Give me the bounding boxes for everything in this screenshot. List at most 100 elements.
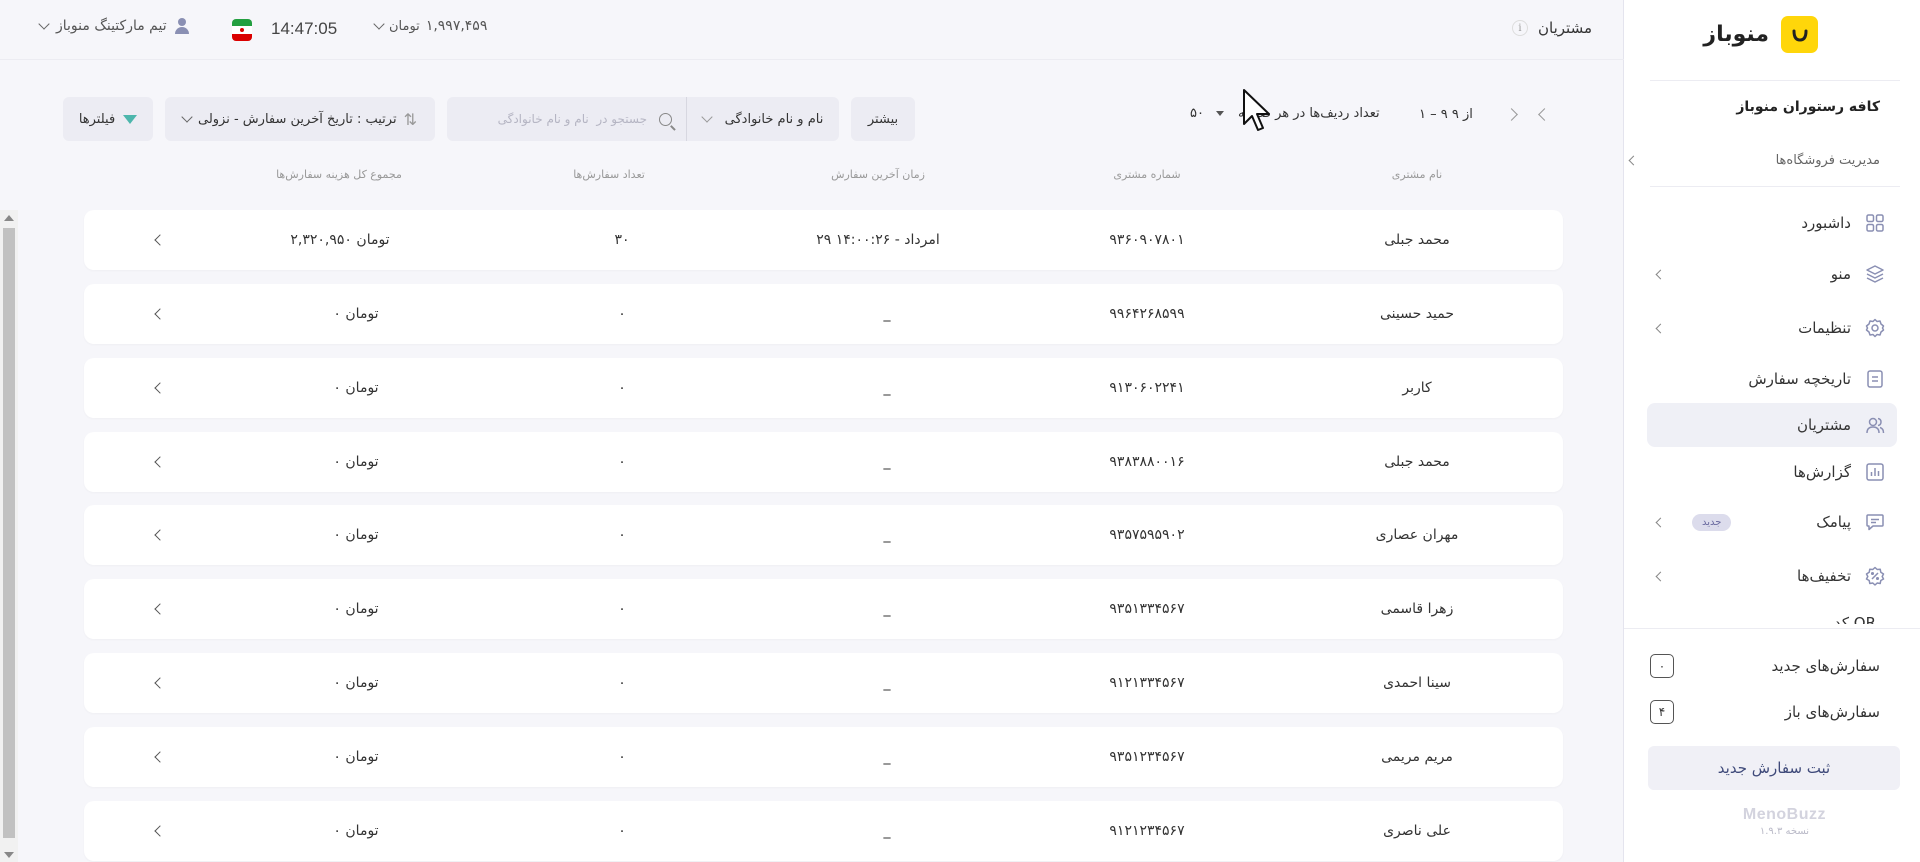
chevron-left-icon[interactable] xyxy=(154,751,166,763)
filters-button[interactable]: فیلترها xyxy=(63,97,153,141)
table-row[interactable]: محمد جبلی ۹۳۶۰۹۰۷۸۰۱ ۲۹ امرداد - ۱۴:۰۰:۲… xyxy=(84,210,1563,270)
table-row[interactable]: علی ناصری ۹۱۲۱۲۳۴۵۶۷ _ ۰ ۰ تومان xyxy=(84,801,1563,861)
last-order-time: _ xyxy=(883,306,891,322)
wallet-balance[interactable]: تومان ۱,۹۹۷,۴۵۹ xyxy=(373,18,488,34)
sidebar-item-sms[interactable]: پیامک جدید xyxy=(1647,500,1897,544)
chart-icon xyxy=(1865,462,1885,482)
customer-phone: ۹۹۶۴۲۶۸۵۹۹ xyxy=(1109,306,1185,322)
scroll-up-icon[interactable] xyxy=(4,215,14,221)
sidebar-item-menu[interactable]: منو xyxy=(1647,252,1897,296)
sidebar-item-qr[interactable]: QR کد xyxy=(1834,614,1876,624)
chevron-left-icon[interactable] xyxy=(154,234,166,246)
search-field-select[interactable]: نام و نام خانوادگی xyxy=(687,111,839,127)
page-scrollbar[interactable] xyxy=(0,210,18,862)
chevron-left-icon[interactable] xyxy=(154,308,166,320)
brand[interactable]: منوباز xyxy=(1703,16,1818,53)
rows-per-page-select[interactable]: ۵۰ xyxy=(1190,106,1224,121)
new-order-button[interactable]: ثبت سفارش جدید xyxy=(1648,746,1900,790)
sidebar-item-label: تخفیف‌ها xyxy=(1797,567,1851,585)
col-header-phone: شماره مشتری xyxy=(1113,168,1181,181)
pager-prev-icon[interactable] xyxy=(1505,108,1518,121)
mouse-cursor-icon xyxy=(1243,89,1270,131)
sort-icon: ⇅ xyxy=(403,109,417,129)
col-header-count: تعداد سفارش‌ها xyxy=(573,168,645,181)
grid-icon xyxy=(1865,213,1885,233)
table-row[interactable]: مریم مریمی ۹۳۵۱۲۳۴۵۶۷ _ ۰ ۰ تومان xyxy=(84,727,1563,787)
chevron-left-icon xyxy=(1655,517,1666,527)
order-total: ۲,۳۲۰,۹۵۰ تومان xyxy=(290,232,390,248)
search-group: نام و نام خانوادگی xyxy=(447,97,839,141)
user-name: تیم مارکتینگ منوباز xyxy=(56,18,167,34)
col-header-last-order: زمان آخرین سفارش xyxy=(831,168,925,181)
user-menu[interactable]: تیم مارکتینگ منوباز xyxy=(38,18,189,34)
footer-brand: MenoBuzz xyxy=(1742,806,1826,823)
customer-name: مهران عصاری xyxy=(1375,527,1459,543)
table-row[interactable]: حمید حسینی ۹۹۶۴۲۶۸۵۹۹ _ ۰ ۰ تومان xyxy=(84,284,1563,344)
order-count: ۰ xyxy=(618,823,626,839)
search-input[interactable] xyxy=(467,112,647,126)
brand-name: منوباز xyxy=(1703,22,1769,47)
open-orders-label: سفارش‌های باز xyxy=(1784,703,1880,721)
last-order-time: _ xyxy=(883,601,891,617)
more-button[interactable]: بیشتر xyxy=(851,97,915,141)
chevron-left-icon[interactable] xyxy=(154,825,166,837)
sidebar-item-label: منو xyxy=(1830,265,1851,283)
customer-phone: ۹۳۵۱۲۳۴۵۶۷ xyxy=(1109,749,1185,765)
customer-name: مریم مریمی xyxy=(1381,749,1453,765)
open-orders-count: ۴ xyxy=(1650,700,1674,724)
sidebar-item-settings[interactable]: تنظیمات xyxy=(1647,306,1897,350)
sidebar-item-dashboard[interactable]: داشبورد xyxy=(1647,201,1897,245)
chevron-left-icon[interactable] xyxy=(154,603,166,615)
new-orders[interactable]: سفارش‌های جدید ۰ xyxy=(1650,654,1880,678)
chevron-down-icon xyxy=(38,18,50,30)
layers-icon xyxy=(1865,264,1885,284)
sort-select[interactable]: ترتیب : تاریخ آخرین سفارش - نزولی ⇅ xyxy=(165,97,435,141)
last-order-time: _ xyxy=(883,380,891,396)
chevron-down-icon xyxy=(700,111,713,123)
receipt-icon xyxy=(1865,369,1885,389)
customer-phone: ۹۱۳۰۶۰۲۲۴۱ xyxy=(1109,380,1185,396)
divider xyxy=(1650,80,1900,81)
chevron-left-icon xyxy=(1628,155,1639,166)
users-icon xyxy=(1865,415,1885,435)
table-header: نام مشتری شماره مشتری زمان آخرین سفارش ت… xyxy=(0,168,1624,188)
brand-footer: MenoBuzz نسخه ۱.۹.۳ xyxy=(1743,806,1826,837)
order-total: ۰ تومان xyxy=(333,675,379,691)
order-count: ۰ xyxy=(618,601,626,617)
rows-per-page-value: ۵۰ xyxy=(1190,106,1204,121)
sidebar-item-customers[interactable]: مشتریان xyxy=(1647,403,1897,447)
pager-next-icon[interactable] xyxy=(1538,108,1551,121)
top-header: i مشتریان تیم مارکتینگ منوباز 14:47:05 ت… xyxy=(0,0,1624,60)
store-management-link[interactable]: مدیریت فروشگاه‌ها xyxy=(1628,153,1880,168)
page-range: ۱ – ۹ از ۹ xyxy=(1419,107,1473,122)
order-count: ۰ xyxy=(618,454,626,470)
search-box xyxy=(447,97,687,141)
scroll-down-icon[interactable] xyxy=(4,852,14,858)
table-row[interactable]: زهرا قاسمی ۹۳۵۱۳۳۴۵۶۷ _ ۰ ۰ تومان xyxy=(84,579,1563,639)
info-icon[interactable]: i xyxy=(1512,20,1529,36)
divider xyxy=(1650,186,1900,187)
wallet-amount: ۱,۹۹۷,۴۵۹ xyxy=(425,18,488,34)
sidebar-item-label: داشبورد xyxy=(1801,214,1851,232)
sidebar-item-label: پیامک xyxy=(1816,513,1851,531)
last-order-time: ۲۹ امرداد - ۱۴:۰۰:۲۶ xyxy=(816,232,940,248)
table-row[interactable]: مهران عصاری ۹۳۵۷۵۹۵۹۰۲ _ ۰ ۰ تومان xyxy=(84,505,1563,565)
filter-icon xyxy=(123,114,138,124)
brand-logo-icon xyxy=(1781,16,1818,53)
chevron-left-icon[interactable] xyxy=(154,456,166,468)
open-orders[interactable]: سفارش‌های باز ۴ xyxy=(1650,700,1880,724)
table-row[interactable]: محمد جبلی ۹۳۸۳۸۸۰۰۱۶ _ ۰ ۰ تومان xyxy=(84,432,1563,492)
app-version: نسخه ۱.۹.۳ xyxy=(1759,826,1810,837)
sidebar-item-discounts[interactable]: تخفیف‌ها xyxy=(1647,554,1897,598)
chevron-left-icon xyxy=(1655,269,1666,279)
chevron-left-icon[interactable] xyxy=(154,382,166,394)
table-row[interactable]: کاربر ۹۱۳۰۶۰۲۲۴۱ _ ۰ ۰ تومان xyxy=(84,358,1563,418)
store-management-label: مدیریت فروشگاه‌ها xyxy=(1775,153,1880,168)
iran-flag-icon xyxy=(232,19,252,41)
table-row[interactable]: سینا احمدی ۹۱۲۱۳۳۴۵۶۷ _ ۰ ۰ تومان xyxy=(84,653,1563,713)
scrollbar-thumb[interactable] xyxy=(3,228,15,838)
sidebar-item-reports[interactable]: گزارش‌ها xyxy=(1647,450,1897,494)
chevron-left-icon[interactable] xyxy=(154,677,166,689)
chevron-left-icon[interactable] xyxy=(154,529,166,541)
sidebar-item-order-history[interactable]: تاریخچه سفارش xyxy=(1647,357,1897,401)
